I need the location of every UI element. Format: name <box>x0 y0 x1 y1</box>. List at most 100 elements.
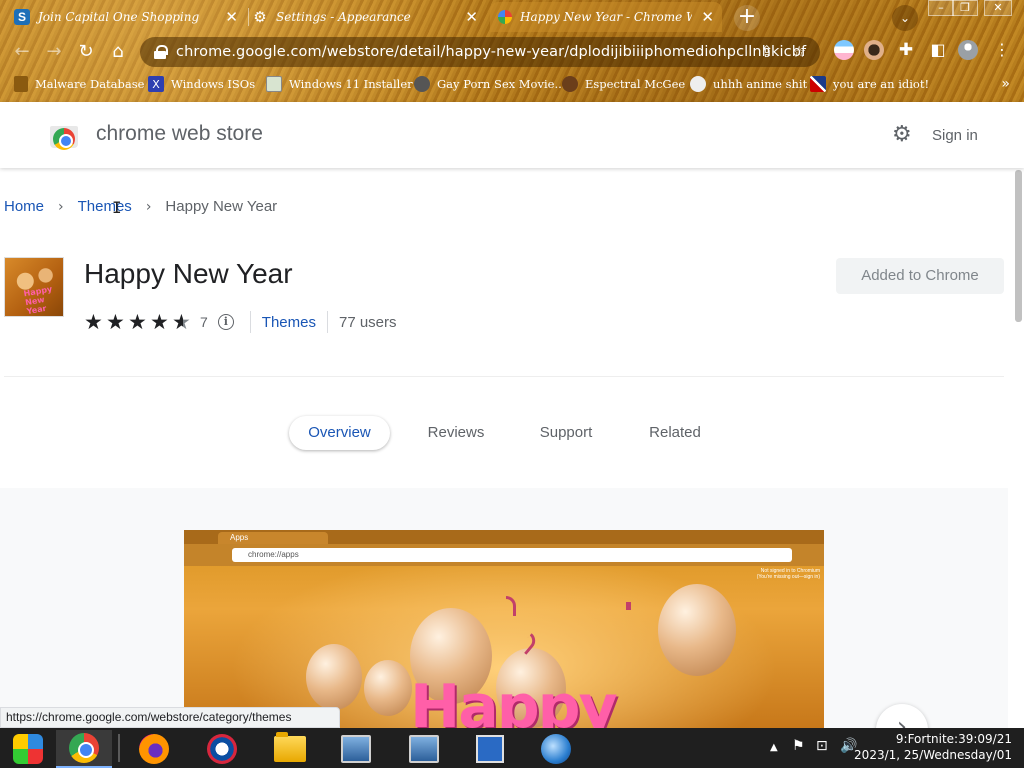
tab-capital-one[interactable]: S Join Capital One Shopping ✕ <box>14 2 246 32</box>
x-icon: X <box>148 76 164 92</box>
forward-icon[interactable]: → <box>42 40 66 64</box>
confetti-ribbon <box>506 596 516 616</box>
rating-stars[interactable]: ★ ★ ★ ★ ★ <box>84 311 194 333</box>
network-computer-icon <box>409 735 439 763</box>
profile-extension-icon[interactable] <box>864 40 884 60</box>
taskbar-firefox[interactable] <box>126 730 182 768</box>
item-meta: ★ ★ ★ ★ ★ 7 i Themes 77 users <box>84 310 397 334</box>
scrollbar-thumb[interactable] <box>1015 170 1022 322</box>
obama-logo-icon <box>207 734 237 764</box>
home-icon[interactable]: ⌂ <box>106 40 130 64</box>
taskbar-obama-app[interactable] <box>194 730 250 768</box>
capital-one-shopping-icon: S <box>14 9 30 25</box>
account-avatar-icon[interactable] <box>958 40 978 60</box>
chrome-icon <box>69 733 99 763</box>
category-link[interactable]: Themes <box>262 314 316 331</box>
bookmark-anime[interactable]: uhhh anime shit <box>690 76 807 92</box>
address-bar[interactable]: chrome.google.com/webstore/detail/happy-… <box>140 37 820 67</box>
bookmark-label: Malware Database <box>35 77 145 91</box>
store-title[interactable]: chrome web store <box>96 122 263 146</box>
info-icon[interactable]: i <box>217 314 234 330</box>
bookmark-you-are-an-idiot[interactable]: you are an idiot! <box>810 76 929 92</box>
extensions-puzzle-icon[interactable]: ✚ <box>894 38 918 62</box>
theme-screenshot[interactable]: Apps chrome://apps Not signed in to Chro… <box>184 530 824 728</box>
tab-happy-new-year[interactable]: Happy New Year - Chrome Web S ✕ <box>490 2 722 32</box>
screenshot-signin-note: Not signed in to Chromium (You're missin… <box>756 568 820 580</box>
taskbar-clock[interactable]: 9:Fortnite:39:09/21 2023/1, 25/Wednesday… <box>854 731 1012 763</box>
malware-icon <box>14 76 28 92</box>
rating-count[interactable]: 7 <box>200 314 208 330</box>
close-icon[interactable]: ✕ <box>701 8 714 26</box>
taskbar-network[interactable] <box>396 730 452 768</box>
taskbar-globe[interactable] <box>528 730 584 768</box>
taskbar-calendar[interactable] <box>462 730 518 768</box>
file-explorer-icon <box>274 732 306 762</box>
extension-flag-icon[interactable] <box>834 40 854 60</box>
star-icon: ★ <box>106 310 125 334</box>
sign-in-link[interactable]: Sign in <box>932 127 978 144</box>
chrome-web-store-logo[interactable] <box>50 122 78 150</box>
calendar-clock-icon <box>476 735 504 763</box>
reload-icon[interactable]: ↻ <box>74 40 98 64</box>
bookmark-windows-11-installer[interactable]: Windows 11 Installer <box>266 76 413 92</box>
new-tab-button[interactable]: + <box>734 5 760 31</box>
tab-overview[interactable]: Overview <box>289 416 390 450</box>
bookmark-label: Espectral McGee <box>585 77 686 91</box>
chrome-web-store-icon <box>498 10 512 24</box>
star-icon: ★ <box>150 310 169 334</box>
network-icon[interactable]: ⊡ <box>816 738 828 754</box>
anime-icon <box>690 76 706 92</box>
gear-icon[interactable]: ⚙ <box>892 124 914 146</box>
breadcrumb-home[interactable]: Home <box>4 198 44 215</box>
bookmark-windows-isos[interactable]: X Windows ISOs <box>148 76 255 92</box>
taskbar-separator <box>118 734 120 762</box>
share-icon[interactable]: ⇪ <box>760 42 773 61</box>
back-icon[interactable]: ← <box>10 40 34 64</box>
taskbar-chrome[interactable] <box>56 730 112 768</box>
tab-separator <box>248 8 249 26</box>
bookmark-label: uhhh anime shit <box>713 77 808 91</box>
taskbar-computer[interactable] <box>328 730 384 768</box>
side-panel-icon[interactable]: ◧ <box>926 38 950 62</box>
computer-icon <box>341 735 371 763</box>
bookmarks-overflow-button[interactable]: » <box>1001 76 1010 92</box>
tab-support[interactable]: Support <box>530 416 602 450</box>
minimize-button[interactable]: – <box>928 0 954 16</box>
screenshot-tab: Apps <box>218 532 328 544</box>
thumbnail-art-text: Happy New Year <box>22 284 53 317</box>
bookmark-star-icon[interactable]: ☆ <box>792 42 806 61</box>
breadcrumb-current: Happy New Year <box>165 198 278 215</box>
balloon <box>658 584 736 676</box>
content-tabs: Overview Reviews Support Related <box>0 416 1024 452</box>
window-close-button[interactable]: ✕ <box>984 0 1012 16</box>
breadcrumb: Home › Themes › Happy New Year <box>4 198 277 215</box>
restore-button[interactable]: ❐ <box>952 0 978 16</box>
tray-chevron-up-icon[interactable]: ▲ <box>770 742 778 753</box>
balloon <box>364 660 412 716</box>
taskbar-file-explorer[interactable] <box>262 730 318 768</box>
chevron-right-icon: › <box>58 198 64 215</box>
close-icon[interactable]: ✕ <box>465 8 478 26</box>
bookmark-site[interactable]: Gay Porn Sex Movie... <box>414 76 565 92</box>
bookmark-label: Windows 11 Installer <box>289 77 413 91</box>
added-to-chrome-button[interactable]: Added to Chrome <box>836 258 1004 294</box>
bookmark-espectral-mcgee[interactable]: Espectral McGee <box>562 76 685 92</box>
taskbar-start-app[interactable] <box>0 730 56 768</box>
clock-time: 9:Fortnite:39:09/21 <box>895 732 1012 746</box>
menu-dots-icon[interactable]: ⋮ <box>990 38 1014 62</box>
divider <box>249 311 251 333</box>
tab-search-button[interactable]: ⌄ <box>892 5 918 31</box>
browser-frame: S Join Capital One Shopping ✕ ⚙ Settings… <box>0 0 1024 102</box>
tab-related[interactable]: Related <box>640 416 710 450</box>
mask-icon <box>562 76 578 92</box>
site-icon <box>414 76 430 92</box>
lock-icon <box>154 45 168 59</box>
globe-icon <box>541 734 571 764</box>
breadcrumb-themes[interactable]: Themes <box>78 198 132 215</box>
tab-settings[interactable]: ⚙ Settings - Appearance ✕ <box>252 2 486 32</box>
tab-reviews[interactable]: Reviews <box>418 416 494 450</box>
flag-icon[interactable]: ⚑ <box>792 738 805 754</box>
bookmark-malware-database[interactable]: Malware Database <box>14 76 144 92</box>
tab-strip: S Join Capital One Shopping ✕ ⚙ Settings… <box>0 0 1024 34</box>
close-icon[interactable]: ✕ <box>225 8 238 26</box>
